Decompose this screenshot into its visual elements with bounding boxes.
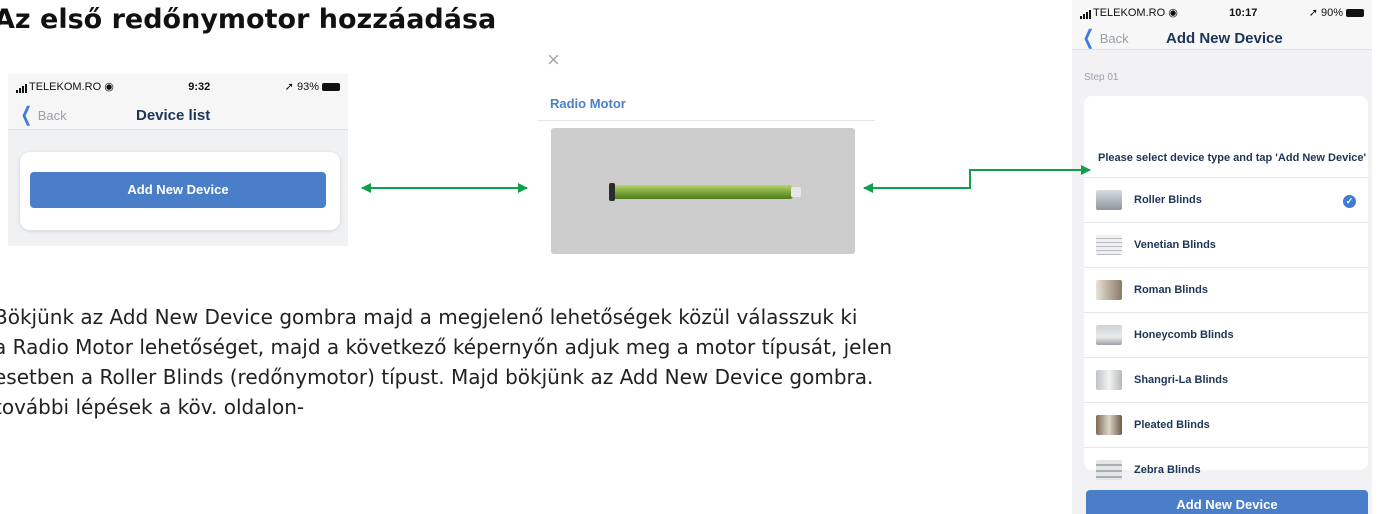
paragraph-line: Bökjünk az Add New Device gombra majd a … [0,305,858,329]
instruction-paragraph: Bökjünk az Add New Device gombra majd a … [0,302,1034,422]
paragraph-line: esetben a Roller Blinds (redőnymotor) tí… [0,365,874,389]
connector-arrows [361,165,1091,193]
paragraph-line: további lépések a köv. oldalon- [0,395,305,419]
double-arrow-right [863,165,1091,193]
paragraph-line: a Radio Motor lehetőséget, majd a követk… [0,335,893,359]
